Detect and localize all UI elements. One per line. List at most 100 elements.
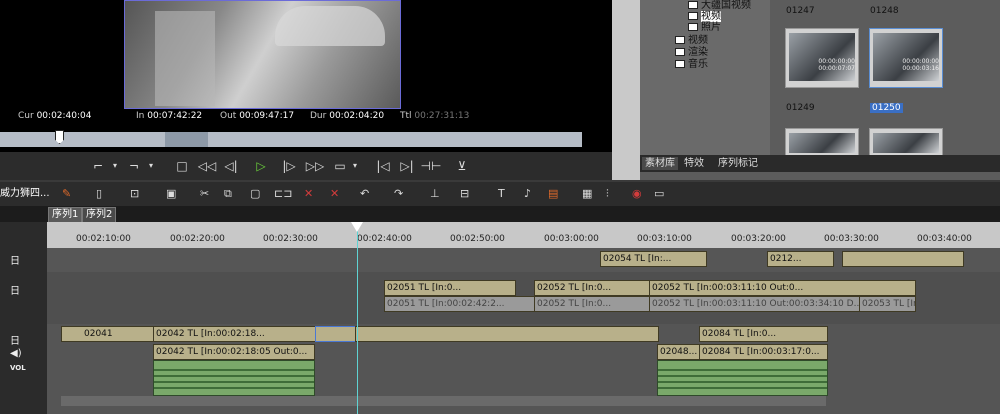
panel-splitter[interactable]	[612, 0, 640, 180]
delete-icon[interactable]: ✕	[304, 187, 313, 201]
speaker-icon[interactable]: ◀)	[10, 348, 22, 359]
step-forward-icon[interactable]: |▷	[280, 158, 298, 174]
clip-thumbnail-selected[interactable]: 00:00:00:00 00:00:03:16	[869, 28, 943, 88]
timeline-clip[interactable]: 02052 TL [In:0...	[534, 280, 651, 296]
timecode-in: In 00:07:42:22	[136, 111, 203, 121]
player-scrub-bar[interactable]	[0, 132, 582, 147]
mixer-icon[interactable]: ▤	[548, 187, 558, 201]
loop-icon[interactable]: ▭	[332, 158, 348, 174]
track-v2: 02051 TL [In:0... 02052 TL [In:0... 0205…	[47, 272, 1000, 324]
timeline-clip[interactable]	[842, 251, 964, 267]
redo-icon[interactable]: ↷	[394, 187, 403, 201]
track-v1-icon[interactable]: 日	[10, 332, 20, 347]
timeline-clip[interactable]: 02052 TL [In:00:03:11:10 Out:00:03:34:10…	[649, 296, 861, 312]
folder-icon	[688, 23, 698, 31]
tab-effects[interactable]: 特效	[681, 157, 707, 170]
export-icon[interactable]: ⊻	[454, 158, 470, 174]
timeline-clip[interactable]: 02053 TL [In:0...	[859, 296, 916, 312]
mark-in-icon[interactable]: ⌐	[90, 158, 106, 174]
timeline-clip[interactable]: 02054 TL [In:...	[600, 251, 707, 267]
transport-bar: ⌐ ▾ ¬ ▾ □ ◁◁ ◁| ▷ |▷ ▷▷ ▭ ▾ |◁ ▷| ⊣⊢ ⊻	[0, 152, 612, 180]
grid-icon[interactable]: ▦	[582, 187, 592, 201]
adjust-icon[interactable]: ⫶	[606, 187, 609, 201]
timeline-cursor-line[interactable]	[357, 222, 358, 414]
new-icon[interactable]: ▯	[96, 187, 102, 201]
folder-icon	[675, 60, 685, 68]
ruler-tick: 00:02:20:00	[170, 234, 225, 244]
clip-thumbnail[interactable]: 00:00:00:00 00:00:07:07	[785, 28, 859, 88]
timeline-clip[interactable]: 02051 TL [In:0...	[384, 280, 516, 296]
timeline-playhead[interactable]	[351, 222, 363, 232]
audio-clip-label[interactable]: 02042 TL [In:00:02:18:05 Out:0...	[153, 344, 315, 360]
ruler-tick: 00:03:30:00	[824, 234, 879, 244]
project-label: 威力狮四...	[0, 188, 50, 199]
timeline-clip[interactable]: 02052 TL [In:0...	[534, 296, 651, 312]
next-edit-icon[interactable]: ▷|	[396, 158, 418, 174]
cut-icon[interactable]: ✂	[200, 187, 209, 201]
tab-sequence-1[interactable]: 序列1	[48, 207, 83, 223]
record-icon[interactable]: ◉	[632, 187, 642, 201]
track-fill	[61, 396, 826, 406]
tree-item[interactable]: 音乐	[675, 55, 708, 70]
clip-thumbnail[interactable]	[869, 128, 943, 157]
ruler-tick: 00:02:30:00	[263, 234, 318, 244]
tab-library[interactable]: 素材库	[642, 157, 678, 170]
vol-label: VOL	[10, 364, 26, 372]
timecode-ttl: Ttl 00:27:31:13	[400, 111, 470, 121]
save-icon[interactable]: ▣	[166, 187, 176, 201]
timecode-cur: Cur 00:02:40:04	[18, 111, 92, 121]
audio-clip-label[interactable]: 02048...	[657, 344, 701, 360]
bin-folder-tree: 大疆国视频 视频 照片 视频 渲染 音乐	[640, 0, 770, 155]
open-icon[interactable]: ⊡	[130, 187, 139, 201]
ruler-tick: 00:03:00:00	[544, 234, 599, 244]
audio-clip-label[interactable]: 02084 TL [In:00:03:17:0...	[699, 344, 828, 360]
timeline-clip[interactable]	[355, 326, 659, 342]
tool-mode-icon[interactable]: ✎	[62, 187, 71, 201]
timeline-clip[interactable]: 02041	[61, 326, 155, 342]
mark-in-menu-icon[interactable]: ▾	[110, 158, 120, 174]
audio-waveform[interactable]	[657, 360, 828, 396]
timeline-clip[interactable]: 02052 TL [In:00:03:11:10 Out:0...	[649, 280, 916, 296]
mark-out-menu-icon[interactable]: ▾	[146, 158, 156, 174]
undo-icon[interactable]: ↶	[360, 187, 369, 201]
timeline-clip[interactable]: 0212...	[767, 251, 834, 267]
ruler-tick: 00:03:40:00	[917, 234, 972, 244]
timeline-clip[interactable]: 02084 TL [In:0...	[699, 326, 828, 342]
match-frame-icon[interactable]: ⊣⊢	[420, 158, 442, 174]
thumb-label: 01249	[786, 103, 815, 113]
fast-forward-icon[interactable]: ▷▷	[304, 158, 326, 174]
snap-icon[interactable]: ⊟	[460, 187, 469, 201]
ruler-tick: 00:02:40:00	[357, 234, 412, 244]
timecode-dur: Dur 00:02:04:20	[310, 111, 385, 121]
mark-out-icon[interactable]: ¬	[126, 158, 142, 174]
thumb-label: 01247	[786, 6, 815, 16]
tab-sequence-markers[interactable]: 序列标记	[715, 157, 761, 170]
timeline-clip[interactable]: 02042 TL [In:00:02:18...	[153, 326, 317, 342]
clip-thumbnail[interactable]	[785, 128, 859, 157]
track-v3-icon[interactable]: 日	[10, 252, 20, 267]
timeline-clip-selected[interactable]	[315, 326, 357, 342]
timeline-ruler[interactable]: 00:02:10:00 00:02:20:00 00:02:30:00 00:0…	[47, 222, 1000, 248]
ripple-delete-icon[interactable]: ✕	[330, 187, 339, 201]
layout-icon[interactable]: ▭	[654, 187, 664, 201]
thumb-label: 01248	[870, 6, 899, 16]
audio-waveform[interactable]	[153, 360, 315, 396]
loop-menu-icon[interactable]: ▾	[350, 158, 360, 174]
link-icon[interactable]: ⊏⊐	[274, 187, 292, 201]
rewind-icon[interactable]: ◁◁	[196, 158, 218, 174]
text-icon[interactable]: T	[498, 187, 505, 201]
timecode-out: Out 00:09:47:17	[220, 111, 295, 121]
player-panel: Cur 00:02:40:04 In 00:07:42:22 Out 00:09…	[0, 0, 612, 180]
step-back-icon[interactable]: ◁|	[222, 158, 240, 174]
paste-icon[interactable]: ▢	[250, 187, 260, 201]
mic-icon[interactable]: ♪	[524, 187, 531, 201]
track-v2-icon[interactable]: 日	[10, 282, 20, 297]
track-headers: 日 日 日 ◀) VOL	[0, 222, 47, 414]
stop-icon[interactable]: □	[174, 158, 190, 174]
tab-sequence-2[interactable]: 序列2	[82, 207, 117, 223]
prev-edit-icon[interactable]: |◁	[372, 158, 394, 174]
play-icon[interactable]: ▷	[252, 158, 270, 174]
marker-icon[interactable]: ⊥	[430, 187, 440, 201]
copy-icon[interactable]: ⧉	[224, 187, 232, 201]
timeline-clip[interactable]: 02051 TL [In:00:02:42:2...	[384, 296, 536, 312]
